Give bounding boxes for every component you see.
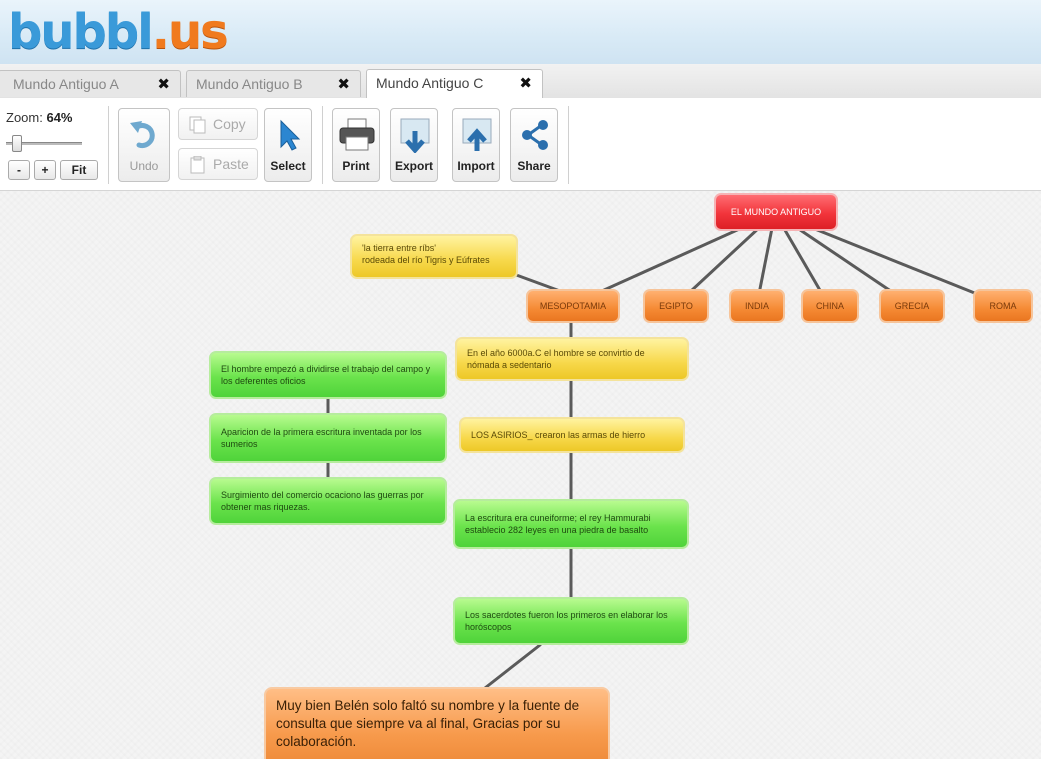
node-india[interactable]: INDIA (729, 289, 785, 323)
node-text: La escritura era cuneiforme; el rey Hamm… (465, 513, 651, 535)
tab-label: Mundo Antiguo C (376, 75, 484, 91)
node-sedentario[interactable]: En el año 6000a.C el hombre se convirtio… (455, 337, 689, 381)
import-button[interactable]: Import (452, 108, 500, 182)
print-label: Print (342, 159, 370, 173)
comment-text: Muy bien Belén solo faltó su nombre y la… (276, 698, 580, 749)
node-escritura-cuneiforme[interactable]: La escritura era cuneiforme; el rey Hamm… (453, 499, 689, 549)
toolbar-divider (568, 106, 569, 184)
node-text: LOS ASIRIOS_ crearon las armas de hierro (471, 430, 646, 440)
bubblus-logo[interactable]: bubbl.us (8, 8, 229, 56)
node-aparicion-escritura[interactable]: Aparicion de la primera escritura invent… (209, 413, 447, 463)
paste-icon (189, 155, 207, 177)
tab-mundo-antiguo-c[interactable]: Mundo Antiguo C ✖ (366, 69, 543, 98)
zoom-prefix: Zoom: (6, 110, 47, 125)
node-text: EGIPTO (659, 301, 693, 311)
node-text: INDIA (744, 301, 769, 311)
share-icon (511, 117, 557, 153)
toolbar-divider (322, 106, 323, 184)
select-arrow-icon (265, 117, 311, 153)
node-text: EL MUNDO ANTIGUO (730, 207, 822, 217)
close-icon[interactable]: ✖ (337, 75, 350, 93)
node-mesopotamia[interactable]: MESOPOTAMIA (526, 289, 620, 323)
tab-mundo-antiguo-a[interactable]: Mundo Antiguo A ✖ (0, 70, 181, 97)
node-text-line: rodeada del río Tigris y Eúfrates (362, 255, 490, 265)
node-text: En el año 6000a.C el hombre se convirtio… (467, 348, 645, 370)
node-root[interactable]: EL MUNDO ANTIGUO (714, 193, 838, 231)
print-button[interactable]: Print (332, 108, 380, 182)
node-text: CHINA (815, 301, 844, 311)
node-asirios[interactable]: LOS ASIRIOS_ crearon las armas de hierro (459, 417, 685, 453)
paste-button[interactable]: Paste (178, 148, 258, 180)
close-icon[interactable]: ✖ (519, 74, 532, 92)
node-egipto[interactable]: EGIPTO (643, 289, 709, 323)
zoom-label: Zoom: 64% (6, 110, 73, 125)
printer-icon (333, 117, 379, 153)
zoom-value: 64% (46, 110, 73, 125)
share-label: Share (517, 159, 551, 173)
logo-text-dot: . (151, 4, 170, 60)
copy-button[interactable]: Copy (178, 108, 258, 140)
node-text: Los sacerdotes fueron los primeros en el… (465, 610, 668, 632)
select-button[interactable]: Select (264, 108, 312, 182)
app-header: bubbl.us (0, 0, 1041, 64)
paste-label: Paste (213, 156, 249, 172)
undo-button[interactable]: Undo (118, 108, 170, 182)
node-sacerdotes[interactable]: Los sacerdotes fueron los primeros en el… (453, 597, 689, 645)
zoom-out-button[interactable]: - (8, 160, 30, 180)
import-label: Import (457, 159, 495, 173)
toolbar: Zoom: 64% - + Fit Undo Copy Paste Select… (0, 98, 1041, 191)
node-comercio[interactable]: Surgimiento del comercio ocaciono las gu… (209, 477, 447, 525)
tab-mundo-antiguo-b[interactable]: Mundo Antiguo B ✖ (186, 70, 361, 97)
import-icon (453, 117, 499, 153)
export-label: Export (394, 159, 433, 173)
mindmap-canvas[interactable]: EL MUNDO ANTIGUO MESOPOTAMIA EGIPTO INDI… (0, 191, 1041, 759)
node-text: Aparicion de la primera escritura invent… (221, 427, 422, 449)
node-division-trabajo[interactable]: El hombre empezó a dividirse el trabajo … (209, 351, 447, 399)
node-grecia[interactable]: GRECIA (879, 289, 945, 323)
select-label: Select (270, 159, 306, 173)
copy-icon (189, 116, 207, 137)
zoom-slider-thumb[interactable] (12, 135, 22, 152)
export-icon (391, 117, 437, 154)
node-tierra-entre-rios[interactable]: 'la tierra entre ríbs' rodeada del río T… (350, 234, 518, 279)
link-sacerdotes-comment (483, 643, 542, 690)
node-roma[interactable]: ROMA (973, 289, 1033, 323)
zoom-slider[interactable] (6, 135, 84, 152)
node-teacher-comment[interactable]: Muy bien Belén solo faltó su nombre y la… (264, 687, 610, 759)
node-text: ROMA (989, 301, 1017, 311)
logo-text-main: bubbl (8, 4, 154, 60)
toolbar-divider (108, 106, 109, 184)
zoom-in-button[interactable]: + (34, 160, 56, 180)
mindmap-links (326, 211, 1004, 690)
undo-label: Undo (129, 159, 159, 173)
copy-label: Copy (213, 116, 246, 132)
tab-label: Mundo Antiguo A (13, 76, 119, 92)
node-text: GRECIA (894, 301, 930, 311)
node-text-line: 'la tierra entre ríbs' (362, 243, 436, 253)
logo-text-suffix: us (167, 4, 229, 60)
node-text: Surgimiento del comercio ocaciono las gu… (221, 490, 424, 512)
share-button[interactable]: Share (510, 108, 558, 182)
close-icon[interactable]: ✖ (157, 75, 170, 93)
fit-button[interactable]: Fit (60, 160, 98, 180)
tab-bar: Mundo Antiguo A ✖ Mundo Antiguo B ✖ Mund… (0, 64, 1041, 99)
node-text: MESOPOTAMIA (539, 301, 607, 311)
node-text: El hombre empezó a dividirse el trabajo … (221, 364, 431, 386)
export-button[interactable]: Export (390, 108, 438, 182)
undo-icon (119, 117, 169, 153)
tab-label: Mundo Antiguo B (196, 76, 303, 92)
node-china[interactable]: CHINA (801, 289, 859, 323)
